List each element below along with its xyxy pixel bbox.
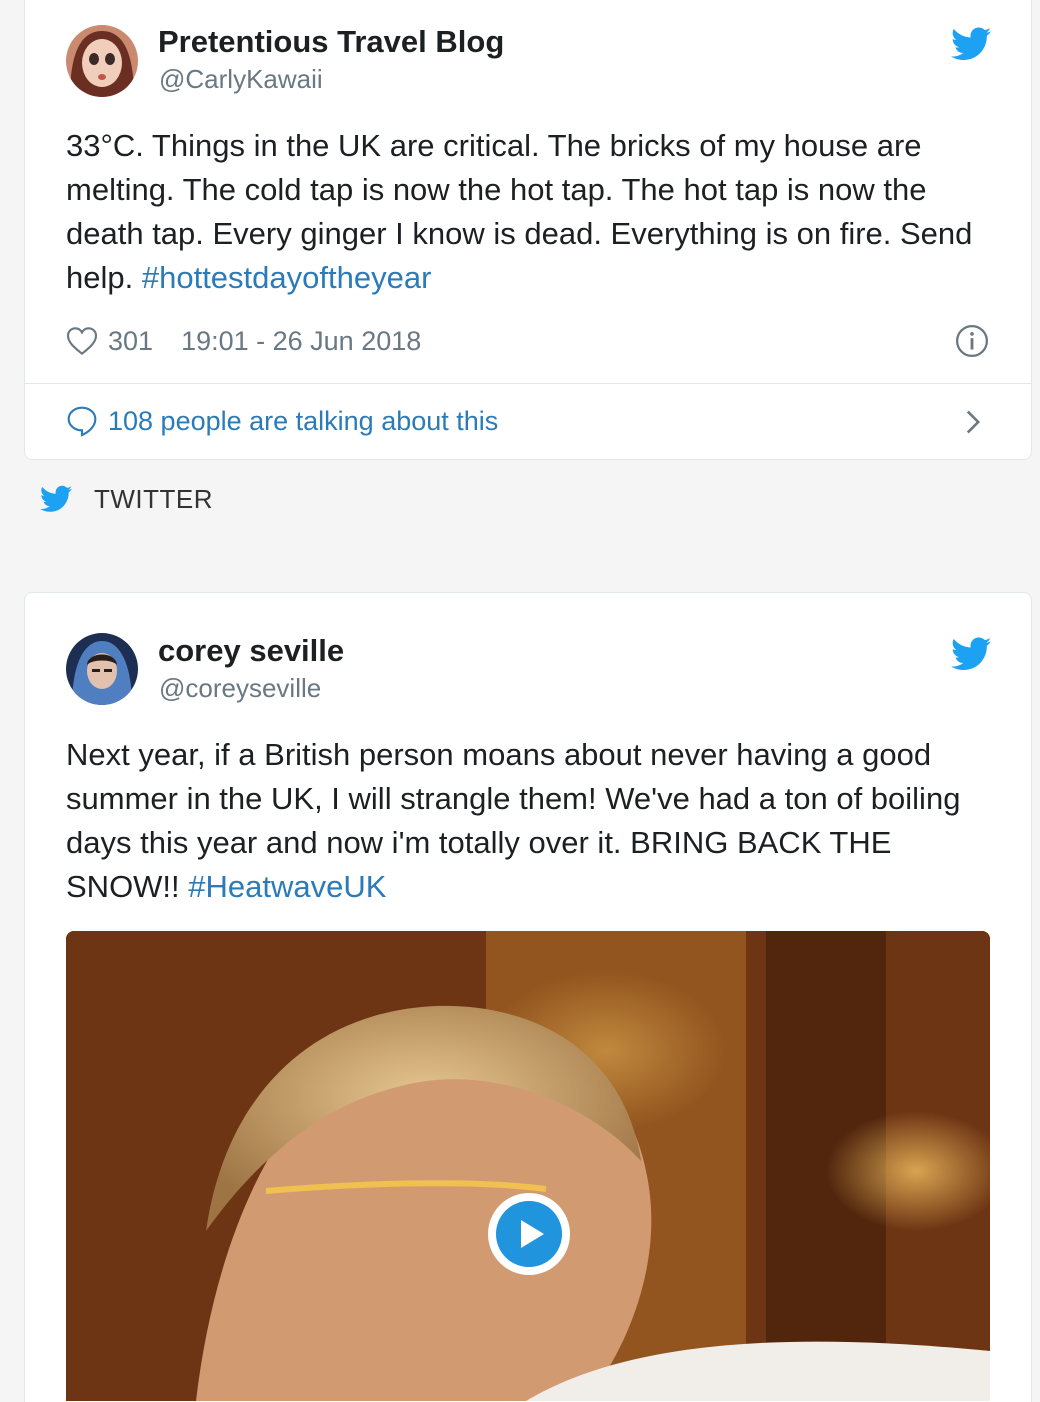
twitter-bird-icon [40, 485, 72, 512]
heart-icon[interactable] [66, 326, 98, 356]
tweet-meta: 301 19:01 - 26 Jun 2018 [66, 321, 421, 361]
tweet-card[interactable]: Pretentious Travel Blog @CarlyKawaii 33°… [24, 0, 1032, 460]
chevron-right-icon[interactable] [963, 409, 983, 435]
tweet-text: Next year, if a British person moans abo… [66, 733, 1006, 909]
talking-label: 108 people are talking about this [108, 405, 499, 436]
like-count[interactable]: 301 [108, 326, 153, 357]
video-thumbnail [66, 931, 990, 1401]
source-attribution: TWITTER [40, 482, 213, 516]
media-video[interactable] [66, 931, 990, 1401]
play-icon [496, 1201, 562, 1267]
talking-link[interactable]: 108 people are talking about this [66, 401, 498, 441]
twitter-bird-icon[interactable] [951, 27, 991, 61]
avatar[interactable] [66, 633, 138, 705]
source-label: TWITTER [94, 483, 214, 514]
hashtag-link[interactable]: #hottestdayoftheyear [142, 260, 432, 295]
comment-bubble-icon [67, 406, 97, 437]
tweet-text: 33°C. Things in the UK are critical. The… [66, 124, 1006, 300]
divider [25, 383, 1031, 384]
info-icon[interactable] [955, 324, 989, 358]
hashtag-link[interactable]: #HeatwaveUK [188, 869, 386, 904]
author-name[interactable]: corey seville [158, 633, 344, 669]
author-handle[interactable]: @CarlyKawaii [159, 64, 323, 95]
twitter-bird-icon[interactable] [951, 637, 991, 671]
author-name[interactable]: Pretentious Travel Blog [158, 24, 504, 60]
play-button[interactable] [488, 1193, 570, 1275]
author-handle[interactable]: @coreyseville [159, 673, 321, 704]
avatar[interactable] [66, 25, 138, 97]
timestamp[interactable]: 19:01 - 26 Jun 2018 [181, 326, 421, 357]
tweet-card[interactable]: corey seville @coreyseville Next year, i… [24, 592, 1032, 1402]
